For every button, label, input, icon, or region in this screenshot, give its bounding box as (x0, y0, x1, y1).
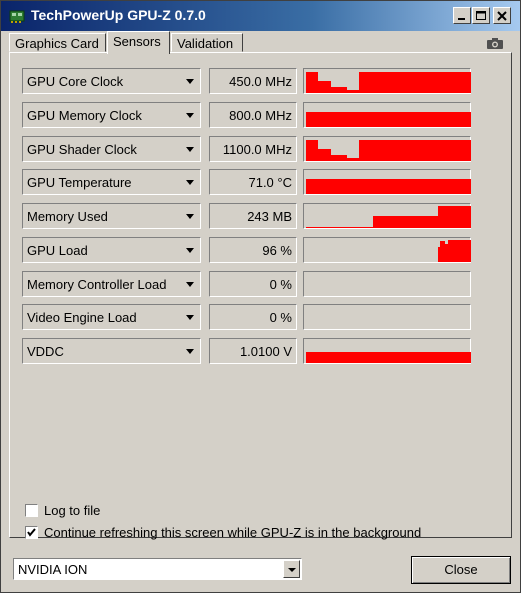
sensor-value-text: 1.0100 V (239, 344, 292, 359)
sensor-graph-trace (306, 112, 471, 127)
sensor-name: GPU Core Clock (27, 74, 124, 89)
sensor-graph-trace (306, 206, 471, 228)
log-to-file-checkbox[interactable] (25, 504, 38, 517)
gpu-select-dropdown-button[interactable] (283, 560, 300, 578)
sensor-value: 0 % (209, 304, 297, 330)
gpu-select-value: NVIDIA ION (18, 562, 88, 577)
sensor-value-text: 0 % (269, 277, 292, 292)
sensor-graph-trace (438, 240, 471, 262)
sensor-graph (303, 304, 471, 330)
sensor-graph (303, 136, 471, 162)
sensor-name-dropdown[interactable]: GPU Shader Clock (22, 136, 201, 162)
sensor-value-text: 243 MB (247, 209, 292, 224)
sensor-graph (303, 102, 471, 128)
chevron-down-icon (186, 214, 194, 219)
chevron-down-icon (186, 248, 194, 253)
sensor-value: 0 % (209, 271, 297, 297)
close-button-label: Close (444, 562, 478, 577)
sensor-value: 450.0 MHz (209, 68, 297, 94)
chevron-down-icon (186, 79, 194, 84)
minimize-button[interactable] (453, 7, 471, 24)
sensor-graph (303, 169, 471, 195)
continue-refreshing-checkbox[interactable] (25, 526, 38, 539)
sensor-graph (303, 237, 471, 263)
gpu-z-app-icon (9, 8, 25, 24)
sensor-graph (303, 203, 471, 229)
sensor-name: Video Engine Load (27, 310, 137, 325)
sensor-graph-trace (306, 140, 471, 161)
sensor-name-dropdown[interactable]: Video Engine Load (22, 304, 201, 330)
sensor-name-dropdown[interactable]: Memory Controller Load (22, 271, 201, 297)
sensor-name: GPU Load (27, 243, 88, 258)
continue-refreshing-label: Continue refreshing this screen while GP… (44, 525, 422, 540)
sensor-value-text: 0 % (269, 310, 292, 325)
tab-label: Validation (177, 36, 234, 51)
sensor-value: 96 % (209, 237, 297, 263)
sensor-name-dropdown[interactable]: VDDC (22, 338, 201, 364)
chevron-down-icon (186, 147, 194, 152)
close-icon (497, 10, 507, 21)
tab-label: Graphics Card (15, 36, 99, 51)
gpu-select[interactable]: NVIDIA ION (13, 558, 302, 580)
close-button[interactable]: Close (411, 556, 511, 584)
sensor-graph-trace (306, 352, 471, 363)
sensor-name-dropdown[interactable]: GPU Load (22, 237, 201, 263)
gpu-z-window: TechPowerUp GPU-Z 0.7.0 Graphics Card Se… (0, 0, 521, 593)
sensor-value-text: 1100.0 MHz (222, 142, 292, 157)
minimize-icon (458, 17, 465, 20)
sensor-name-dropdown[interactable]: GPU Temperature (22, 169, 201, 195)
sensor-value: 243 MB (209, 203, 297, 229)
maximize-button[interactable] (472, 7, 490, 24)
sensor-graph-trace (306, 72, 471, 93)
chevron-down-icon (288, 568, 296, 572)
chevron-down-icon (186, 180, 194, 185)
sensor-value: 71.0 °C (209, 169, 297, 195)
sensor-graph (303, 338, 471, 364)
window-title: TechPowerUp GPU-Z 0.7.0 (31, 7, 206, 23)
sensor-name: Memory Used (27, 209, 108, 224)
sensor-graph-trace (306, 179, 471, 194)
log-to-file-label: Log to file (44, 503, 101, 518)
chevron-down-icon (186, 282, 194, 287)
sensor-graph (303, 271, 471, 297)
sensor-value-text: 71.0 °C (248, 175, 292, 190)
tab-sensors[interactable]: Sensors (107, 31, 170, 54)
sensor-value-text: 450.0 MHz (229, 74, 292, 89)
sensor-name-dropdown[interactable]: GPU Memory Clock (22, 102, 201, 128)
close-window-button[interactable] (493, 7, 511, 24)
chevron-down-icon (186, 113, 194, 118)
sensor-name: GPU Shader Clock (27, 142, 137, 157)
sensor-name: GPU Memory Clock (27, 108, 142, 123)
screenshot-camera-icon[interactable] (487, 37, 503, 49)
maximize-icon (476, 10, 486, 20)
sensor-name-dropdown[interactable]: GPU Core Clock (22, 68, 201, 94)
checkmark-icon (27, 528, 36, 537)
tab-label: Sensors (113, 34, 161, 49)
sensor-graph (303, 68, 471, 94)
chevron-down-icon (186, 349, 194, 354)
tab-validation[interactable]: Validation (171, 33, 243, 52)
sensor-value-text: 800.0 MHz (229, 108, 292, 123)
sensor-value-text: 96 % (262, 243, 292, 258)
chevron-down-icon (186, 315, 194, 320)
sensor-value: 1.0100 V (209, 338, 297, 364)
sensor-value: 800.0 MHz (209, 102, 297, 128)
title-bar[interactable]: TechPowerUp GPU-Z 0.7.0 (1, 1, 520, 31)
sensor-name: Memory Controller Load (27, 277, 167, 292)
sensor-name: GPU Temperature (27, 175, 132, 190)
sensor-value: 1100.0 MHz (209, 136, 297, 162)
sensor-name-dropdown[interactable]: Memory Used (22, 203, 201, 229)
tab-graphics-card[interactable]: Graphics Card (9, 33, 106, 52)
sensor-name: VDDC (27, 344, 64, 359)
